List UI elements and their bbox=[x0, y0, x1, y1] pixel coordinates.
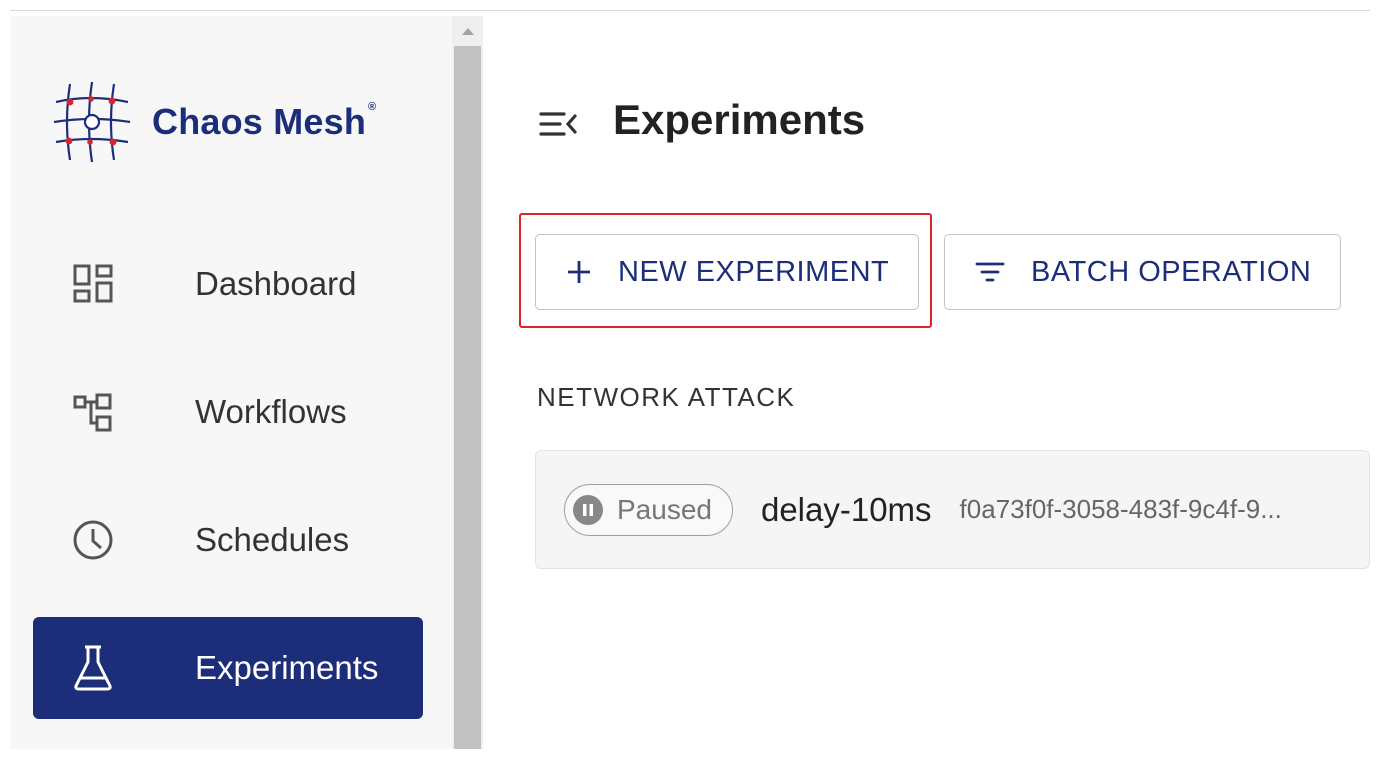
app-logo[interactable]: Chaos Mesh ® bbox=[50, 76, 400, 168]
batch-operation-button[interactable]: BATCH OPERATION bbox=[944, 234, 1341, 310]
sidebar-item-workflows[interactable]: Workflows bbox=[33, 361, 423, 463]
status-text: Paused bbox=[617, 493, 712, 525]
sidebar-scrollbar[interactable] bbox=[452, 16, 483, 749]
sidebar-item-label: Workflows bbox=[195, 393, 347, 430]
sidebar-item-label: Dashboard bbox=[195, 265, 357, 302]
filter-icon bbox=[975, 261, 1005, 283]
sidebar-item-label: Experiments bbox=[195, 649, 379, 686]
experiment-name: delay-10ms bbox=[760, 490, 932, 528]
app-brand-name: Chaos Mesh ® bbox=[152, 101, 377, 142]
pause-icon bbox=[573, 494, 603, 525]
new-experiment-button[interactable]: NEW EXPERIMENT bbox=[535, 234, 919, 310]
registered-mark: ® bbox=[368, 101, 377, 113]
chaos-mesh-logo-icon bbox=[53, 81, 131, 163]
top-divider bbox=[10, 10, 1370, 11]
experiment-card[interactable]: Paused delay-10ms f0a73f0f-3058-483f-9c4… bbox=[535, 450, 1370, 569]
section-title: NETWORK ATTACK bbox=[537, 382, 796, 412]
page-title: Experiments bbox=[613, 96, 866, 143]
plus-icon bbox=[566, 259, 592, 285]
clock-icon bbox=[63, 510, 123, 570]
sidebar-item-schedules[interactable]: Schedules bbox=[33, 489, 423, 591]
status-badge: Paused bbox=[564, 483, 733, 536]
dashboard-icon bbox=[63, 254, 123, 314]
experiment-uid: f0a73f0f-3058-483f-9c4f-9... bbox=[959, 494, 1282, 524]
flask-icon bbox=[63, 638, 123, 698]
scrollbar-thumb[interactable] bbox=[454, 46, 481, 749]
batch-operation-label: BATCH OPERATION bbox=[1031, 255, 1312, 288]
sidebar-item-experiments[interactable]: Experiments bbox=[33, 617, 423, 719]
new-experiment-label: NEW EXPERIMENT bbox=[618, 255, 890, 288]
collapse-menu-icon[interactable] bbox=[536, 102, 580, 146]
sidebar-item-label: Schedules bbox=[195, 521, 350, 558]
sidebar-item-dashboard[interactable]: Dashboard bbox=[33, 233, 423, 335]
workflow-icon bbox=[63, 382, 123, 442]
scroll-up-arrow-icon[interactable] bbox=[452, 16, 483, 46]
